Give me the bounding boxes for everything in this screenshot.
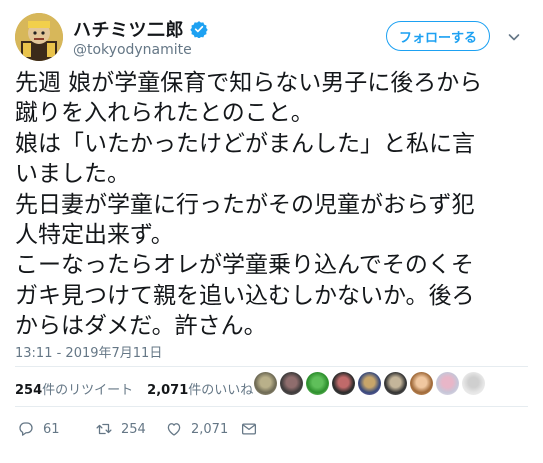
chevron-down-icon[interactable] xyxy=(507,29,521,43)
liker-avatar[interactable] xyxy=(306,372,329,395)
tweet-line: 先週 娘が学童保育で知らない男子に後ろから xyxy=(15,70,483,96)
retweets-stat-label: 件のリツイート xyxy=(42,383,134,398)
like-button[interactable]: 2,071 xyxy=(165,420,228,438)
liker-avatar[interactable] xyxy=(254,372,277,395)
likes-stat[interactable]: 2,071 件のいいね xyxy=(147,379,253,398)
retweet-count: 254 xyxy=(121,421,146,437)
reply-button[interactable]: 61 xyxy=(17,420,60,438)
follow-button[interactable]: フォローする xyxy=(386,21,490,51)
tweet-line: いました。 xyxy=(15,161,130,188)
avatar-image xyxy=(15,13,63,61)
heart-icon xyxy=(167,423,181,436)
liker-avatar[interactable] xyxy=(436,372,459,395)
liker-avatars xyxy=(254,372,485,395)
liker-avatar[interactable] xyxy=(280,372,303,395)
retweet-icon xyxy=(96,423,112,435)
liker-avatar[interactable] xyxy=(384,372,407,395)
liker-avatar[interactable] xyxy=(462,372,485,395)
account-handle[interactable]: @tokyodynamite xyxy=(73,42,192,58)
retweets-stat-count: 254 xyxy=(15,383,43,398)
tweet-timestamp[interactable]: 13:11 - 2019年7月11日 xyxy=(15,342,162,361)
account-name-row[interactable]: ハチミツ二郎 xyxy=(73,16,208,42)
like-count: 2,071 xyxy=(191,421,229,437)
liker-avatar[interactable] xyxy=(358,372,381,395)
divider xyxy=(15,406,528,407)
direct-message-button[interactable] xyxy=(240,420,258,438)
likes-stat-label: 件のいいね xyxy=(188,383,254,398)
liker-avatar[interactable] xyxy=(332,372,355,395)
reply-icon xyxy=(19,422,33,436)
verified-badge-icon xyxy=(190,20,208,39)
tweet-line: 蹴りを入れられたとのこと。 xyxy=(15,100,314,127)
divider xyxy=(15,366,528,367)
reply-count: 61 xyxy=(43,421,60,437)
tweet-line: ガキ見つけて親を追い込むしかないか。後ろ xyxy=(15,282,475,309)
tweet-line: からはダメだ。許さん。 xyxy=(15,313,267,340)
likes-stat-count: 2,071 xyxy=(147,383,189,398)
tweet-line: 先日妻が学童に行ったがその児童がおらず犯 xyxy=(15,191,475,218)
envelope-icon xyxy=(241,423,257,435)
tweet-card: ハチミツ二郎 @tokyodynamite フォローする 先週 娘が学童保育で知… xyxy=(0,0,543,463)
retweet-button[interactable]: 254 xyxy=(95,420,146,438)
tweet-text: 先週 娘が学童保育で知らない男子に後ろから 蹴りを入れられたとのこと。 娘は「い… xyxy=(15,68,535,342)
tweet-actions: 61 254 2,071 xyxy=(15,420,275,440)
tweet-line: こーなったらオレが学童乗り込んでそのくそ xyxy=(15,252,474,279)
tweet-stats: 254 件のリツイート 2,071 件のいいね xyxy=(15,379,253,398)
display-name[interactable]: ハチミツ二郎 xyxy=(73,16,184,42)
tweet-line: 娘は「いたかったけどがまんした」と私に言 xyxy=(15,130,475,157)
retweets-stat[interactable]: 254 件のリツイート xyxy=(15,379,133,398)
tweet-line: 人特定出来ず。 xyxy=(15,222,174,249)
avatar[interactable] xyxy=(15,13,63,61)
liker-avatar[interactable] xyxy=(410,372,433,395)
